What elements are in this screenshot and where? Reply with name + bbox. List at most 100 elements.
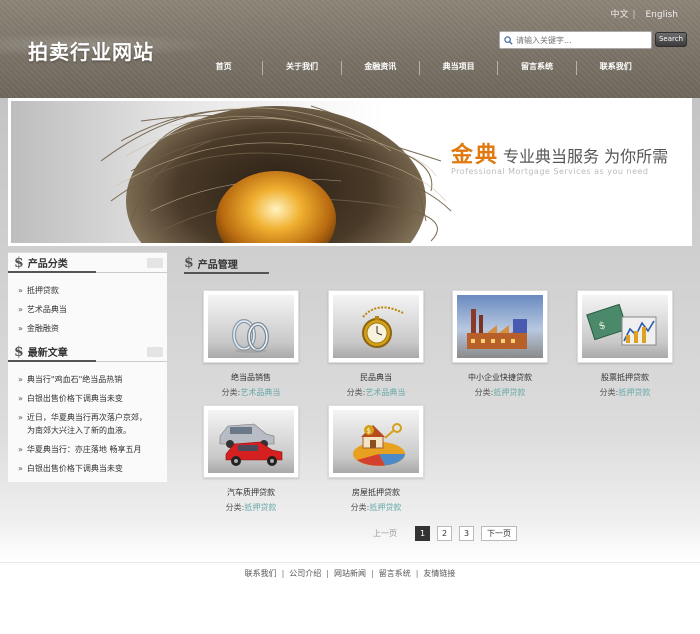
- product-name[interactable]: 绝当品销售: [203, 372, 299, 383]
- product-name[interactable]: 房屋抵押贷款: [328, 487, 424, 498]
- category-prefix: 分类:: [474, 388, 494, 397]
- bullet-icon: »: [18, 305, 23, 314]
- product-thumbnail[interactable]: [203, 405, 299, 478]
- product-thumbnail[interactable]: [452, 290, 548, 363]
- footer-link-guestbook[interactable]: 留言系统: [379, 569, 411, 578]
- list-item[interactable]: » 华夏典当行：亦庄落地 畅享五月: [18, 440, 167, 459]
- rings-icon: [232, 319, 269, 353]
- category-link[interactable]: 艺术品典当: [365, 388, 405, 397]
- banner-subtitle: Professional Mortgage Services as you ne…: [451, 167, 649, 176]
- page-button-2[interactable]: 2: [437, 526, 452, 541]
- site-footer: 联系我们 | 公司介绍 | 网站新闻 | 留言系统 | 友情链接: [0, 568, 700, 579]
- nav-item-guestbook[interactable]: 留言系统: [498, 61, 577, 75]
- site-logo[interactable]: 拍卖行业网站: [28, 36, 154, 65]
- search-button[interactable]: Search: [655, 32, 687, 47]
- article-link[interactable]: 近日，华夏典当行再次落户京郊，: [27, 413, 147, 422]
- product-name[interactable]: 股票抵押贷款: [577, 372, 673, 383]
- product-thumbnail[interactable]: $: [577, 290, 673, 363]
- category-link[interactable]: 抵押贷款: [369, 503, 401, 512]
- search-bar: Search: [499, 31, 689, 49]
- products-header: $ 产品管理: [184, 254, 484, 274]
- product-card[interactable]: 汽车质押贷款 分类:抵押贷款: [203, 405, 299, 513]
- banner-inner: 金典 专业典当服务 为你所需 Professional Mortgage Serv…: [11, 101, 689, 243]
- search-input[interactable]: [516, 35, 646, 45]
- nav-item-about[interactable]: 关于我们: [263, 61, 342, 75]
- list-item[interactable]: » 金融融资: [18, 319, 167, 338]
- more-button[interactable]: [147, 258, 163, 268]
- nav-item-pawn-projects[interactable]: 典当项目: [420, 61, 499, 75]
- footer-divider: [0, 562, 700, 563]
- house-key-icon: $: [353, 423, 405, 466]
- pocket-watch-icon: [362, 306, 404, 348]
- product-name[interactable]: 民品典当: [328, 372, 424, 383]
- category-link[interactable]: 抵押贷款: [27, 286, 59, 295]
- sidebar-articles-title: 最新文章: [27, 348, 68, 359]
- article-link[interactable]: 典当行"鸡血石"绝当品热销: [27, 375, 122, 384]
- footer-link-contact[interactable]: 联系我们: [245, 569, 277, 578]
- lang-zh-link[interactable]: 中文: [610, 10, 628, 20]
- category-link[interactable]: 抵押贷款: [493, 388, 525, 397]
- category-link[interactable]: 抵押贷款: [244, 503, 276, 512]
- product-card[interactable]: 中小企业快捷贷款 分类:抵押贷款: [452, 290, 548, 398]
- product-card[interactable]: $ 股票抵押贷款 分类:抵押贷款: [577, 290, 673, 398]
- dollar-icon: $: [184, 255, 194, 271]
- category-link[interactable]: 艺术品典当: [240, 388, 280, 397]
- nav-item-finance-news[interactable]: 金融资讯: [342, 61, 420, 75]
- product-name[interactable]: 汽车质押贷款: [203, 487, 299, 498]
- category-prefix: 分类:: [350, 503, 370, 512]
- list-item[interactable]: » 白银出售价格下调典当未变: [18, 389, 167, 408]
- product-card[interactable]: 绝当品销售 分类:艺术品典当: [203, 290, 299, 398]
- hero-banner: 金典 专业典当服务 为你所需 Professional Mortgage Serv…: [8, 98, 692, 246]
- footer-link-about[interactable]: 公司介绍: [289, 569, 321, 578]
- dollar-icon: $: [14, 343, 24, 360]
- lang-separator: |: [632, 10, 636, 20]
- page-button-3[interactable]: 3: [459, 526, 474, 541]
- list-item[interactable]: » 抵押贷款: [18, 281, 167, 300]
- product-category: 分类:艺术品典当: [328, 387, 424, 398]
- sidebar: $ 产品分类 » 抵押贷款 » 艺术品典当 » 金融融资 $ 最新文章 » 典当行"鸡血…: [8, 252, 167, 482]
- header-underline: [8, 271, 96, 273]
- article-link[interactable]: 华夏典当行：亦庄落地 畅享五月: [27, 445, 142, 454]
- article-link[interactable]: 白银出售价格下调典当未变: [27, 394, 123, 403]
- footer-link-news[interactable]: 网站新闻: [334, 569, 366, 578]
- category-link[interactable]: 抵押贷款: [618, 388, 650, 397]
- product-thumbnail[interactable]: [203, 290, 299, 363]
- product-thumbnail[interactable]: $: [328, 405, 424, 478]
- category-list: » 抵押贷款 » 艺术品典当 » 金融融资: [8, 273, 167, 342]
- lang-en-link[interactable]: English: [646, 10, 679, 20]
- category-prefix: 分类:: [346, 388, 366, 397]
- article-link-line2[interactable]: 为南郊大兴注入了新的血液。: [18, 424, 167, 437]
- factory-icon: [467, 309, 527, 349]
- banner-title-slogan: 专业典当服务 为你所需: [503, 147, 669, 166]
- category-prefix: 分类:: [599, 388, 619, 397]
- bullet-icon: »: [18, 286, 23, 295]
- product-category: 分类:抵押贷款: [452, 387, 548, 398]
- product-card[interactable]: 民品典当 分类:艺术品典当: [328, 290, 424, 398]
- category-prefix: 分类:: [225, 503, 245, 512]
- list-item[interactable]: » 白银出售价格下调典当未变: [18, 459, 167, 478]
- prev-page-button[interactable]: 上一页: [373, 528, 397, 539]
- banner-title: 金典 专业典当服务 为你所需: [451, 137, 668, 169]
- product-category: 分类:抵押贷款: [203, 502, 299, 513]
- footer-separator: |: [371, 569, 374, 578]
- nav-item-contact[interactable]: 联系我们: [577, 61, 655, 75]
- more-button[interactable]: [147, 347, 163, 357]
- search-icon: [504, 35, 513, 45]
- product-card[interactable]: $ 房屋抵押贷款 分类:抵押贷款: [328, 405, 424, 513]
- article-link[interactable]: 白银出售价格下调典当未变: [27, 464, 123, 473]
- bullet-icon: »: [18, 445, 23, 454]
- category-link[interactable]: 艺术品典当: [27, 305, 67, 314]
- nav-item-home[interactable]: 首页: [185, 61, 264, 75]
- footer-link-friends[interactable]: 友情链接: [423, 569, 455, 578]
- footer-separator: |: [281, 569, 285, 578]
- list-item[interactable]: » 典当行"鸡血石"绝当品热销: [18, 370, 167, 389]
- category-link[interactable]: 金融融资: [27, 324, 59, 333]
- next-page-button[interactable]: 下一页: [481, 526, 517, 541]
- list-item[interactable]: » 近日，华夏典当行再次落户京郊， 为南郊大兴注入了新的血液。: [18, 408, 167, 440]
- product-name[interactable]: 中小企业快捷贷款: [452, 372, 548, 383]
- product-thumbnail[interactable]: [328, 290, 424, 363]
- page-button-1[interactable]: 1: [415, 526, 430, 541]
- products-title: 产品管理: [197, 259, 238, 271]
- list-item[interactable]: » 艺术品典当: [18, 300, 167, 319]
- bullet-icon: »: [18, 413, 23, 422]
